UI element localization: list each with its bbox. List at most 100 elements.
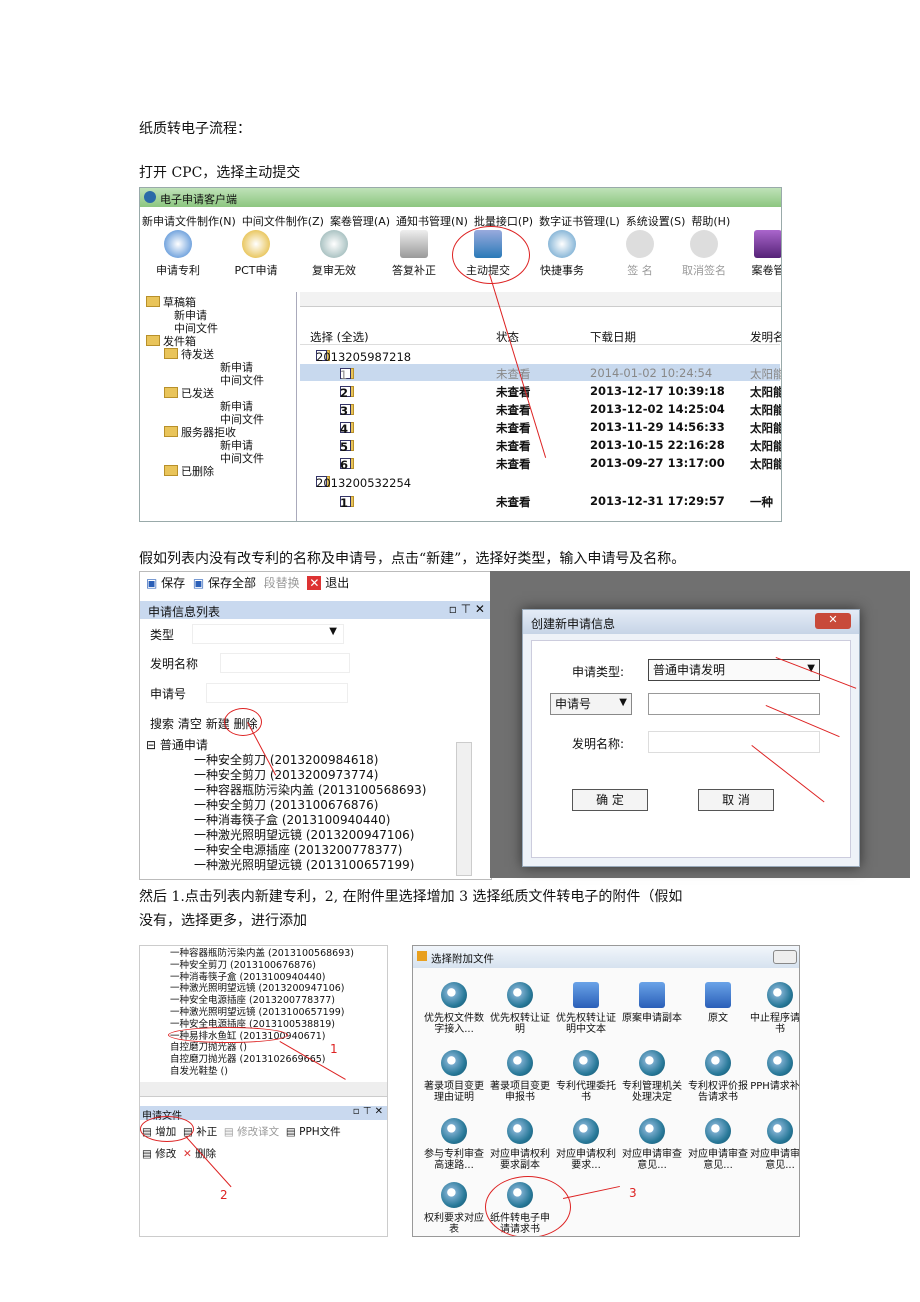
attachment-item[interactable]: 优先权转让证明 [487, 982, 553, 1035]
edit-translation-button[interactable]: ▤ 修改译文 [224, 1126, 279, 1138]
menu-item[interactable]: 中间文件制作(Z) [242, 215, 324, 228]
column-header[interactable]: 下载日期 [590, 329, 636, 345]
tree-item[interactable]: 一种激光照明望远镜 (2013100657199) [146, 858, 476, 873]
column-header[interactable]: 选择 (全选) [310, 329, 369, 345]
menu-item[interactable]: 通知书管理(N) [396, 215, 468, 228]
tree-item[interactable]: 一种安全电源插座 (2013200778377) [146, 843, 476, 858]
table-row[interactable]: 1 未查看 2014-01-02 10:24:54 太阳能 [300, 364, 781, 382]
tree-item[interactable]: 中间文件 [220, 413, 264, 426]
menu-item[interactable]: 系统设置(S) [626, 215, 686, 228]
tree-item[interactable]: 一种安全剪刀 (2013100676876) [170, 960, 354, 972]
edit-button[interactable]: ▤ 修改 [142, 1148, 176, 1160]
tree-item[interactable]: 草稿箱 [146, 296, 196, 309]
number-input[interactable] [648, 693, 820, 715]
attachment-item[interactable]: 优先权文件数字接入... [421, 982, 487, 1035]
pct-button[interactable]: PCT申请 [226, 230, 286, 278]
tree-item[interactable]: 一种激光照明望远镜 (2013200947106) [170, 983, 354, 995]
attachment-item[interactable]: 对应申请权利要求... [553, 1118, 619, 1171]
group-row[interactable]: 2013200532254 [300, 472, 780, 490]
attachment-item[interactable]: 专利代理委托书 [553, 1050, 619, 1103]
reply-button[interactable]: 答复补正 [384, 230, 444, 278]
tree-item[interactable]: 待发送 [164, 348, 214, 361]
tree-item[interactable]: 一种消毒筷子盒 (2013100940440) [146, 813, 476, 828]
invention-name-input[interactable] [220, 653, 350, 673]
menu-item[interactable]: 数字证书管理(L) [539, 215, 620, 228]
pph-button[interactable]: ▤ PPH文件 [286, 1126, 341, 1138]
tree-item[interactable]: 新申请 [220, 439, 253, 452]
attachment-item[interactable]: 对应申请权利要求副本 [487, 1118, 553, 1171]
tree-item[interactable]: 一种消毒筷子盒 (2013100940440) [170, 972, 354, 984]
attachment-item[interactable]: 对应申请审查意见... [685, 1118, 751, 1171]
save-button[interactable]: ▣ 保存 [146, 576, 185, 590]
type-select[interactable]: 普通申请发明 ▼ [648, 659, 820, 681]
replace-button[interactable]: 段替换 [264, 576, 300, 590]
tree-item[interactable]: 新申请 [174, 309, 207, 322]
attachment-item[interactable]: 著录项目变更申报书 [487, 1050, 553, 1103]
ok-button[interactable]: 确 定 [572, 789, 648, 811]
attachment-item[interactable]: 参与专利审查高速路... [421, 1118, 487, 1171]
search-button[interactable]: 搜索 [150, 717, 174, 731]
delete-button[interactable]: ✕ 删除 [183, 1148, 216, 1160]
panel-controls[interactable]: ▫ ⊤ ✕ [353, 1106, 383, 1117]
tree-item[interactable]: 新申请 [220, 361, 253, 374]
menu-item[interactable]: 案卷管理(A) [330, 215, 390, 228]
attachment-item[interactable]: PPH请求补书 [747, 1050, 799, 1092]
sign-button[interactable]: 签 名 [610, 230, 670, 278]
tree-item[interactable]: 已发送 [164, 387, 214, 400]
table-row[interactable]: 4 未查看 2013-11-29 14:56:33 太阳能 [300, 418, 781, 436]
tree-item[interactable]: 一种激光照明望远镜 (2013100657199) [170, 1007, 354, 1019]
unsign-button[interactable]: 取消签名 [674, 230, 734, 278]
vertical-scrollbar[interactable] [456, 742, 472, 876]
menu-item[interactable]: 帮助(H) [691, 215, 730, 228]
clear-button[interactable]: 清空 [178, 717, 202, 731]
tree-item[interactable]: 自控磨刀抛光器 () [170, 1042, 354, 1054]
exit-button[interactable]: ✕ 退出 [307, 576, 349, 590]
cancel-button[interactable]: 取 消 [698, 789, 774, 811]
table-row[interactable]: 1 未查看 2013-12-31 17:29:57 一种 [300, 492, 780, 510]
attachment-item[interactable]: 原文 [685, 982, 751, 1024]
tree-item[interactable]: 一种安全剪刀 (2013100676876) [146, 798, 476, 813]
number-input[interactable] [206, 683, 348, 703]
tree-item[interactable]: 一种安全剪刀 (2013200973774) [146, 768, 476, 783]
type-select[interactable]: ▼ [192, 624, 344, 644]
group-row[interactable]: 2013205987218 [300, 346, 780, 364]
apply-patent-button[interactable]: 申请专利 [148, 230, 208, 278]
horizontal-scrollbar[interactable] [140, 1082, 387, 1097]
tree-root[interactable]: ⊟ 普通申请 [146, 738, 476, 753]
attachment-item[interactable]: 对应申请审查意见... [747, 1118, 799, 1171]
tree-item[interactable]: 服务器拒收 [164, 426, 236, 439]
menu-item[interactable]: 新申请文件制作(N) [142, 215, 236, 228]
tree-item[interactable]: 一种安全电源插座 (2013200778377) [170, 995, 354, 1007]
close-icon[interactable]: ✕ [815, 613, 851, 629]
attachment-item[interactable]: 专利管理机关处理决定 [619, 1050, 685, 1103]
tree-item[interactable]: 已删除 [164, 465, 214, 478]
table-row[interactable]: 2 未查看 2013-12-17 10:39:18 太阳能 [300, 382, 781, 400]
tree-item[interactable]: 发件箱 [146, 335, 196, 348]
tree-item[interactable]: 中间文件 [220, 452, 264, 465]
tree-item[interactable]: 新申请 [220, 400, 253, 413]
tree-item[interactable]: 一种容器瓶防污染内盖 (2013100568693) [170, 948, 354, 960]
tree-item[interactable]: 中间文件 [220, 374, 264, 387]
horizontal-scrollbar[interactable] [300, 292, 781, 307]
tree-item[interactable]: 自控磨刀抛光器 (2013102669665) [170, 1054, 354, 1066]
tree-item[interactable]: 一种安全剪刀 (2013200984618) [146, 753, 476, 768]
review-button[interactable]: 复审无效 [304, 230, 364, 278]
attachment-item[interactable]: 中止程序请求书 [747, 982, 799, 1035]
column-header[interactable]: 发明名 [750, 329, 781, 345]
tree-item[interactable]: 中间文件 [174, 322, 218, 335]
table-row[interactable]: 3 未查看 2013-12-02 14:25:04 太阳能 [300, 400, 781, 418]
tree-item[interactable]: 一种激光照明望远镜 (2013200947106) [146, 828, 476, 843]
attachment-item[interactable]: 优先权转让证明中文本 [553, 982, 619, 1035]
case-button[interactable]: 案卷管 [738, 230, 781, 278]
attachment-item[interactable]: 著录项目变更理由证明 [421, 1050, 487, 1103]
attachment-item[interactable]: 专利权评价报告请求书 [685, 1050, 751, 1103]
quick-task-button[interactable]: 快捷事务 [532, 230, 592, 278]
attachment-item[interactable]: 原案申请副本 [619, 982, 685, 1024]
tree-item[interactable]: 一种容器瓶防污染内盖 (2013100568693) [146, 783, 476, 798]
invention-name-input[interactable] [648, 731, 820, 753]
number-type-select[interactable]: 申请号 ▼ [550, 693, 632, 715]
panel-controls[interactable]: ▫ ⊤ ✕ [449, 602, 485, 616]
save-all-button[interactable]: ▣ 保存全部 [193, 576, 256, 590]
attachment-item[interactable]: 对应申请审查意见... [619, 1118, 685, 1171]
minimize-button[interactable] [773, 950, 797, 964]
